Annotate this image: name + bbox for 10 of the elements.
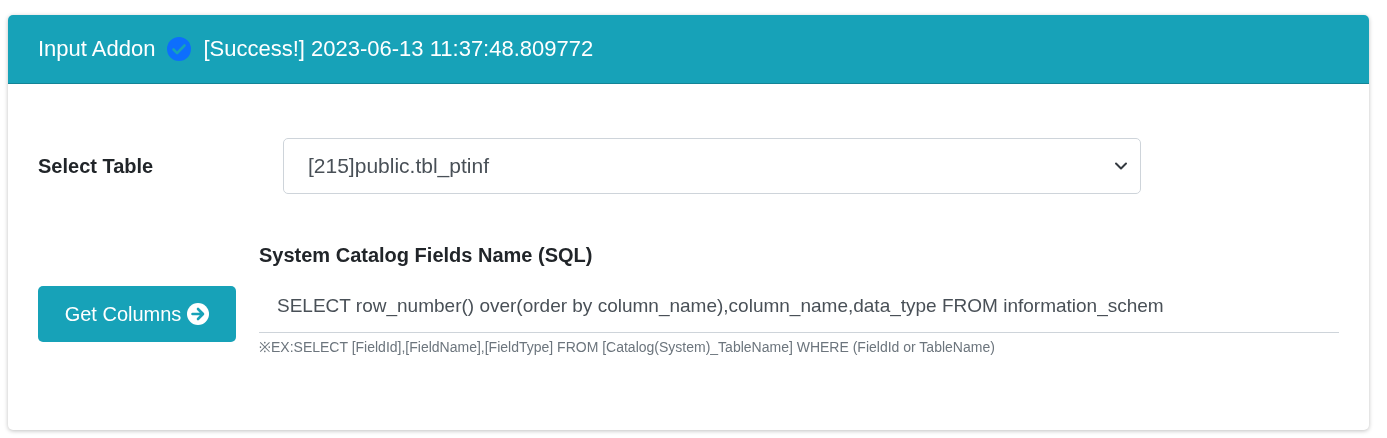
sql-field-label: System Catalog Fields Name (SQL) bbox=[259, 244, 594, 267]
arrow-right-circle-icon bbox=[187, 303, 210, 325]
check-circle-icon bbox=[167, 37, 192, 61]
table-select[interactable]: [215]public.tbl_ptinf bbox=[283, 138, 1141, 194]
chevron-down-icon bbox=[1114, 161, 1128, 171]
sql-hint-text: ※EX:SELECT [FieldId],[FieldName],[FieldType] FROM [Catalog(System)_TableName] WHERE (FieldId or TableName) bbox=[259, 338, 995, 356]
sql-input-field[interactable]: SELECT row_number() over(order by column_name),column_name,data_type FROM information_schem bbox=[259, 285, 1339, 333]
status-text: [Success!] 2023-06-13 11:37:48.809772 bbox=[203, 36, 594, 62]
select-table-label: Select Table bbox=[38, 154, 155, 178]
header-title: Input Addon bbox=[38, 36, 156, 62]
